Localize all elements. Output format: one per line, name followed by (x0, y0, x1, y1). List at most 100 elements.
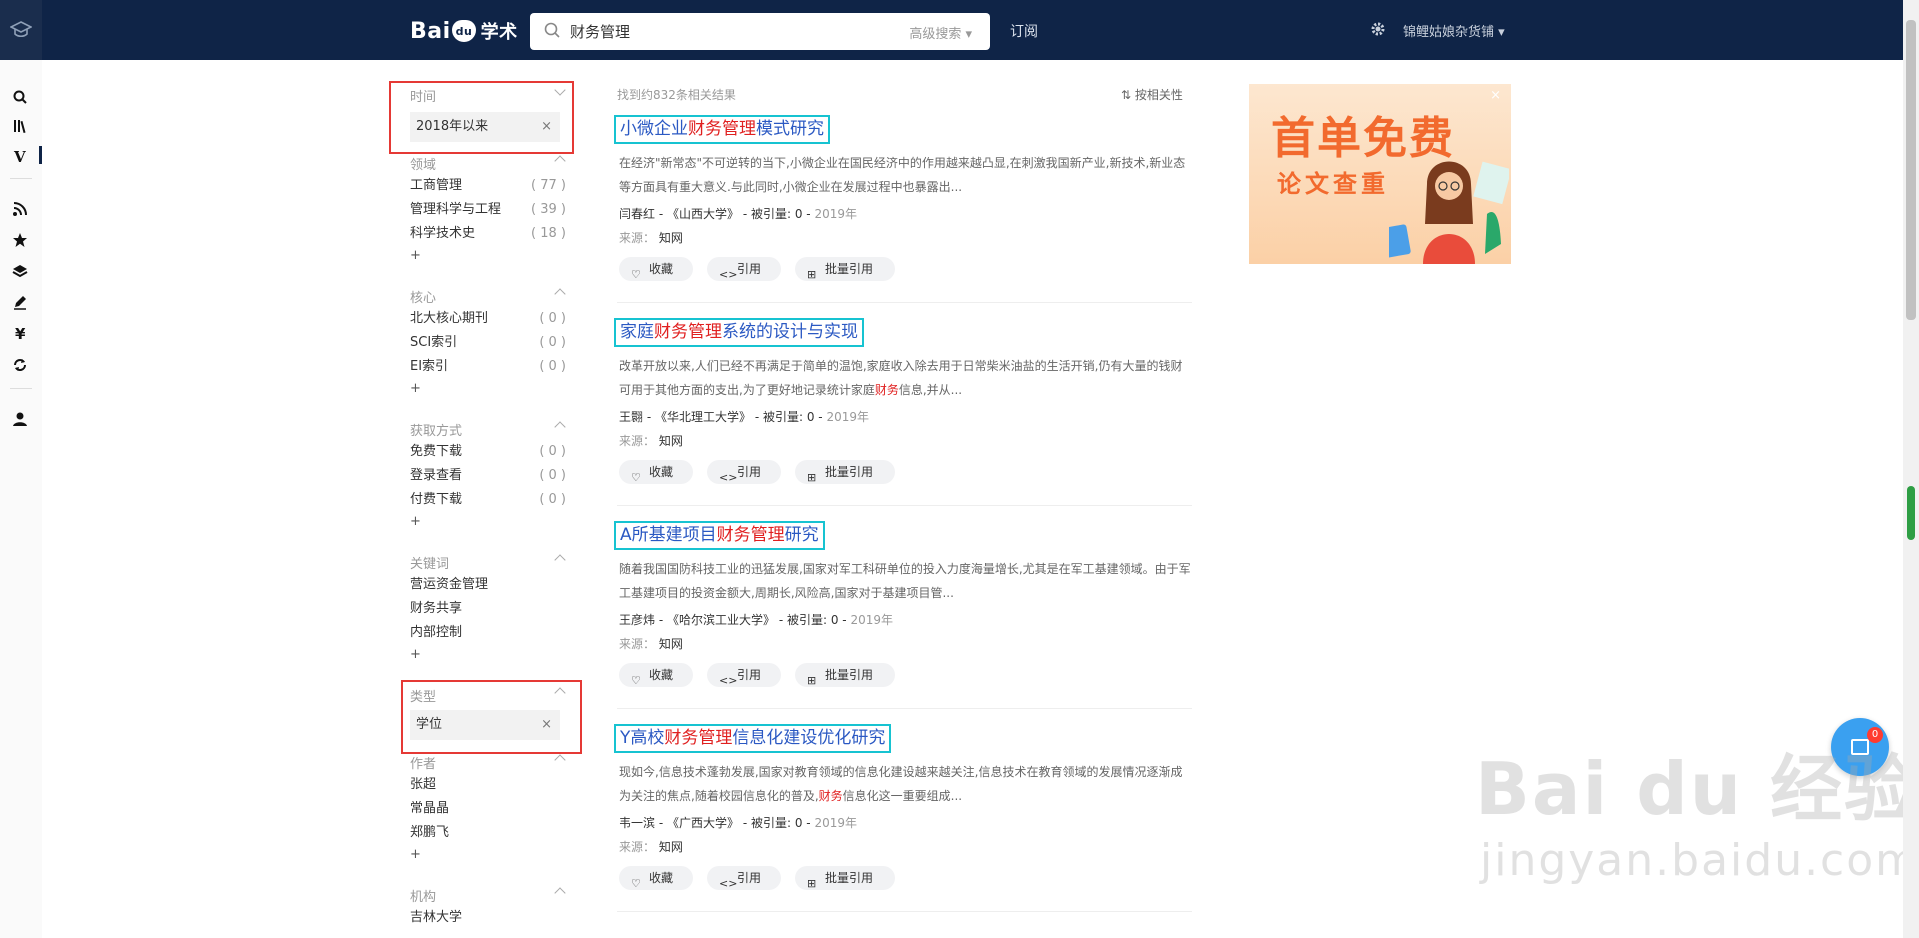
result-meta: 王翾 - 《华北理工大学》 - 被引量: 0 - 2019年 (619, 410, 869, 424)
filter-institution-header[interactable]: 机构 (410, 886, 570, 906)
filter-access: 获取方式 免费下载( 0 ) 登录查看( 0 ) 付费下载( 0 ) + (410, 420, 570, 532)
code-icon: <> (719, 471, 738, 484)
sort-icon: ⇅ (1121, 88, 1135, 102)
heart-icon: ♡ (631, 674, 641, 687)
result-abstract: 在经济"新常态"不可逆转的当下,小微企业在国民经济中的作用越来越凸显,在刺激我国… (619, 156, 1186, 194)
expand-more-button[interactable]: + (410, 246, 570, 266)
graduation-cap-icon[interactable] (0, 0, 42, 60)
filter-author: 作者 张超 常晶晶 郑鹏飞 + (410, 753, 570, 865)
scrollbar[interactable] (1903, 0, 1919, 938)
result-author[interactable]: 王彦炜 (619, 613, 655, 627)
batch-cite-button[interactable]: ⊞ 批量引用 (795, 663, 895, 687)
expand-more-button[interactable]: + (410, 379, 570, 399)
batch-cite-button[interactable]: ⊞ 批量引用 (795, 460, 895, 484)
expand-more-button[interactable]: + (410, 512, 570, 532)
filter-access-header[interactable]: 获取方式 (410, 420, 570, 440)
filter-option[interactable]: 财务共享 (410, 597, 570, 621)
filter-institution: 机构 吉林大学 (410, 886, 570, 930)
result-journal[interactable]: 《山西大学》 (667, 207, 739, 221)
side-widget-handle[interactable] (1907, 486, 1915, 540)
heart-icon: ♡ (631, 877, 641, 890)
close-icon[interactable]: × (1490, 88, 1501, 103)
result-journal[interactable]: 《华北理工大学》 (655, 410, 751, 424)
collect-button[interactable]: ♡ 收藏 (619, 460, 693, 484)
batch-cite-button[interactable]: ⊞ 批量引用 (795, 257, 895, 281)
filter-option[interactable]: SCI索引( 0 ) (410, 331, 570, 355)
result-journal[interactable]: 《广西大学》 (667, 816, 739, 830)
filter-option[interactable]: 营运资金管理 (410, 573, 570, 597)
svg-text:¥: ¥ (15, 325, 26, 341)
filter-option[interactable]: 内部控制 (410, 621, 570, 645)
result-title-link[interactable]: 家庭财务管理系统的设计与实现 (614, 318, 864, 347)
search-icon (544, 22, 560, 38)
user-menu[interactable]: 锦鲤姑娘杂货铺 ▾ (1403, 21, 1505, 40)
cite-button[interactable]: <> 引用 (707, 257, 781, 281)
filter-option[interactable]: 张超 (410, 773, 570, 797)
filter-option[interactable]: 郑鹏飞 (410, 821, 570, 845)
promo-subline: 论文查重 (1277, 170, 1389, 198)
subscribe-link[interactable]: 订阅 (1010, 21, 1038, 41)
page: { "topbar": { "logo": { "left": "Bai", "… (0, 0, 1919, 938)
filter-option[interactable]: 北大核心期刊( 0 ) (410, 307, 570, 331)
layers-icon[interactable] (12, 263, 28, 279)
result-divider (617, 302, 1192, 303)
filter-author-header[interactable]: 作者 (410, 753, 570, 773)
filter-field-header[interactable]: 领域 (410, 154, 570, 174)
sort-by-relevance[interactable]: ⇅ 按相关性 (1121, 86, 1183, 103)
filter-option[interactable]: 工商管理( 77 ) (410, 174, 570, 198)
user-icon[interactable] (12, 411, 28, 427)
baidu-xueshu-logo[interactable]: Bai du 学术 (410, 14, 518, 48)
promo-banner[interactable]: 首单免费 论文查重 × (1249, 84, 1511, 264)
library-icon[interactable] (12, 118, 28, 134)
result-author[interactable]: 闫春红 (619, 207, 655, 221)
rail-divider (10, 388, 32, 389)
filter-option[interactable]: 付费下载( 0 ) (410, 488, 570, 512)
collect-button[interactable]: ♡ 收藏 (619, 257, 693, 281)
filter-keywords-header[interactable]: 关键词 (410, 553, 570, 573)
scrollbar-thumb[interactable] (1906, 20, 1916, 320)
collect-button[interactable]: ♡ 收藏 (619, 663, 693, 687)
refresh-icon[interactable] (12, 357, 28, 373)
filter-core-header[interactable]: 核心 (410, 287, 570, 307)
result-divider (617, 505, 1192, 506)
result-journal[interactable]: 《哈尔滨工业大学》 (667, 613, 775, 627)
result-title-link[interactable]: 小微企业财务管理模式研究 (614, 115, 830, 144)
result-author[interactable]: 韦一滨 (619, 816, 655, 830)
result-title-link[interactable]: Y高校财务管理信息化建设优化研究 (614, 724, 892, 753)
result-source: 来源： 知网 (619, 840, 683, 854)
result-author[interactable]: 王翾 (619, 410, 643, 424)
folder-plus-icon: ⊞ (807, 268, 817, 281)
result-divider (617, 708, 1192, 709)
cite-button[interactable]: <> 引用 (707, 663, 781, 687)
filter-option[interactable]: 吉林大学 (410, 906, 570, 930)
yen-icon[interactable]: ¥ (12, 325, 28, 341)
expand-more-button[interactable]: + (410, 845, 570, 865)
filter-option[interactable]: 管理科学与工程( 39 ) (410, 198, 570, 222)
star-icon[interactable] (12, 232, 28, 248)
filter-option[interactable]: EI索引( 0 ) (410, 355, 570, 379)
filter-option[interactable]: 科学技术史( 18 ) (410, 222, 570, 246)
folder-plus-icon: ⊞ (807, 877, 817, 890)
search-box[interactable]: 财务管理 高级搜索 ▾ (530, 13, 990, 50)
filter-option[interactable]: 登录查看( 0 ) (410, 464, 570, 488)
code-icon: <> (719, 877, 738, 890)
result-divider (617, 911, 1192, 912)
result-meta: 王彦炜 - 《哈尔滨工业大学》 - 被引量: 0 - 2019年 (619, 613, 893, 627)
collect-button[interactable]: ♡ 收藏 (619, 866, 693, 890)
filter-option[interactable]: 常晶晶 (410, 797, 570, 821)
rss-icon[interactable] (12, 201, 28, 217)
search-input[interactable]: 财务管理 (570, 21, 630, 42)
search-icon[interactable] (12, 89, 28, 105)
cite-button[interactable]: <> 引用 (707, 460, 781, 484)
expand-more-button[interactable]: + (410, 645, 570, 665)
pen-icon[interactable] (12, 294, 28, 310)
v-icon[interactable]: V (12, 148, 28, 164)
result-abstract: 改革开放以来,人们已经不再满足于简单的温饱,家庭收入除去用于日常柴米油盐的生活开… (619, 359, 1183, 397)
advanced-search-dropdown[interactable]: 高级搜索 ▾ (909, 23, 972, 42)
result-title-link[interactable]: A所基建项目财务管理研究 (614, 521, 825, 550)
filter-option[interactable]: 免费下载( 0 ) (410, 440, 570, 464)
cite-button[interactable]: <> 引用 (707, 866, 781, 890)
batch-cite-button[interactable]: ⊞ 批量引用 (795, 866, 895, 890)
gear-icon[interactable] (1370, 21, 1386, 37)
heart-icon: ♡ (631, 268, 641, 281)
